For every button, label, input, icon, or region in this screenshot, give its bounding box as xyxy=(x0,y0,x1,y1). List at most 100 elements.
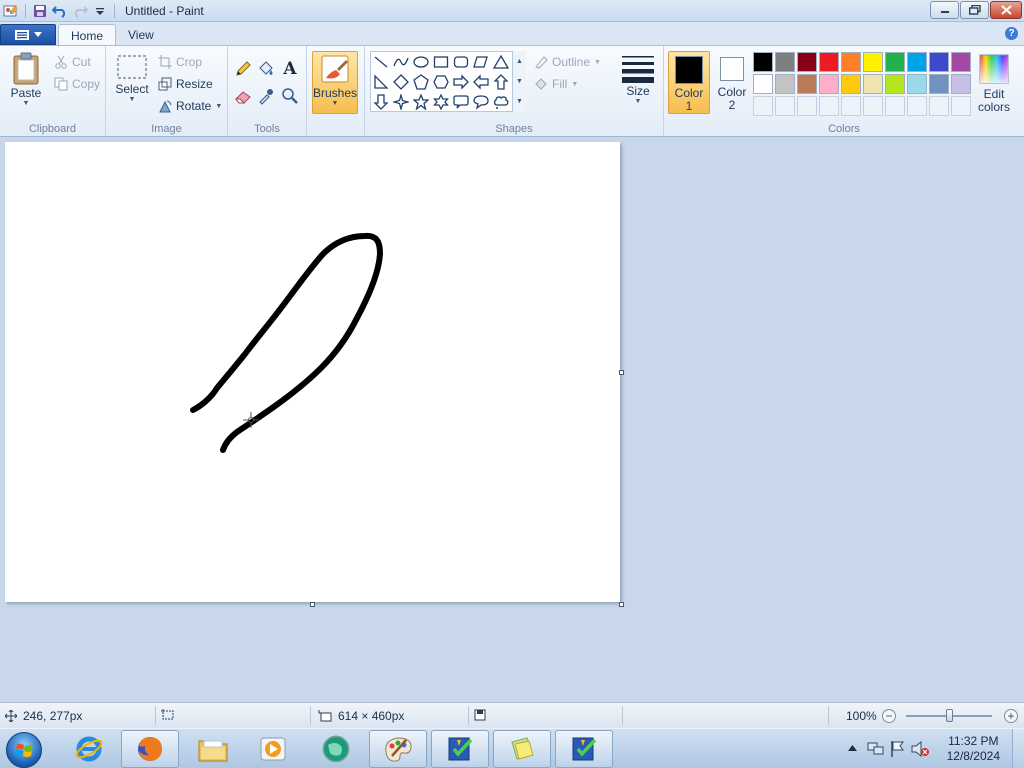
pencil-icon[interactable] xyxy=(232,59,254,79)
palette-color-swatch[interactable] xyxy=(951,74,971,94)
copy-button[interactable]: Copy xyxy=(54,75,100,93)
start-button[interactable] xyxy=(6,732,42,768)
rectangle-shape-icon[interactable] xyxy=(432,53,450,71)
curve-shape-icon[interactable] xyxy=(392,53,410,71)
palette-color-swatch[interactable] xyxy=(753,74,773,94)
edit-colors-button[interactable]: Edit colors xyxy=(973,51,1015,114)
paint-menu-button[interactable] xyxy=(0,24,56,45)
taskbar-app-green[interactable] xyxy=(307,730,365,768)
resize-handle-corner[interactable] xyxy=(619,602,624,607)
palette-custom-slot[interactable] xyxy=(863,96,883,116)
color2-button[interactable]: Color 2 xyxy=(711,51,753,114)
palette-custom-slot[interactable] xyxy=(841,96,861,116)
fill-bucket-icon[interactable] xyxy=(255,59,277,79)
palette-color-swatch[interactable] xyxy=(841,74,861,94)
palette-custom-slot[interactable] xyxy=(951,96,971,116)
show-hidden-icons-icon[interactable] xyxy=(848,744,857,752)
taskbar-internet-explorer[interactable] xyxy=(60,730,118,768)
oval-callout-shape-icon[interactable] xyxy=(472,93,490,111)
palette-custom-slot[interactable] xyxy=(929,96,949,116)
resize-handle-right[interactable] xyxy=(619,370,624,375)
tab-home[interactable]: Home xyxy=(58,24,117,46)
paint-app-icon[interactable] xyxy=(2,2,20,20)
palette-custom-slot[interactable] xyxy=(753,96,773,116)
volume-muted-icon[interactable] xyxy=(910,740,930,758)
scroll-down-icon[interactable]: ▼ xyxy=(516,78,523,85)
brushes-button[interactable]: Brushes ▼ xyxy=(312,51,358,114)
minimize-button[interactable] xyxy=(930,1,959,19)
paste-button[interactable]: Paste ▼ xyxy=(6,52,46,107)
palette-color-swatch[interactable] xyxy=(797,52,817,72)
taskbar-sticky-notes[interactable] xyxy=(493,730,551,768)
resize-handle-bottom[interactable] xyxy=(310,602,315,607)
oval-shape-icon[interactable] xyxy=(412,53,430,71)
action-center-flag-icon[interactable] xyxy=(889,740,905,758)
left-arrow-shape-icon[interactable] xyxy=(472,73,490,91)
canvas-workspace[interactable] xyxy=(0,137,1024,702)
palette-custom-slot[interactable] xyxy=(775,96,795,116)
pentagon-shape-icon[interactable] xyxy=(412,73,430,91)
palette-color-swatch[interactable] xyxy=(951,52,971,72)
color-picker-icon[interactable] xyxy=(255,86,277,106)
rounded-callout-shape-icon[interactable] xyxy=(452,93,470,111)
palette-color-swatch[interactable] xyxy=(885,52,905,72)
down-arrow-shape-icon[interactable] xyxy=(372,93,390,111)
diamond-shape-icon[interactable] xyxy=(392,73,410,91)
help-icon[interactable]: ? xyxy=(1005,27,1018,40)
line-shape-icon[interactable] xyxy=(372,53,390,71)
palette-color-swatch[interactable] xyxy=(929,52,949,72)
show-desktop-button[interactable] xyxy=(1012,729,1024,768)
select-button[interactable]: Select ▼ xyxy=(112,54,152,103)
drawing-canvas[interactable] xyxy=(5,142,624,607)
cloud-callout-shape-icon[interactable] xyxy=(492,93,510,111)
rounded-rectangle-shape-icon[interactable] xyxy=(452,53,470,71)
palette-color-swatch[interactable] xyxy=(775,74,795,94)
scroll-up-icon[interactable]: ▲ xyxy=(516,58,523,65)
taskbar-file-explorer[interactable] xyxy=(184,730,242,768)
up-arrow-shape-icon[interactable] xyxy=(492,73,510,91)
polygon-shape-icon[interactable] xyxy=(472,53,490,71)
resize-button[interactable]: Resize xyxy=(158,75,213,93)
shapes-gallery-scroller[interactable]: ▲ ▼ ▼ xyxy=(512,51,526,112)
taskbar-firefox[interactable] xyxy=(121,730,179,768)
four-point-star-shape-icon[interactable] xyxy=(392,93,410,111)
restore-button[interactable] xyxy=(960,1,989,19)
undo-icon[interactable] xyxy=(51,2,69,20)
eraser-icon[interactable] xyxy=(232,86,254,106)
taskbar-app-checklist-2[interactable] xyxy=(555,730,613,768)
palette-color-swatch[interactable] xyxy=(797,74,817,94)
outline-button[interactable]: Outline ▼ xyxy=(534,53,601,71)
hexagon-shape-icon[interactable] xyxy=(432,73,450,91)
palette-color-swatch[interactable] xyxy=(753,52,773,72)
system-clock[interactable]: 11:32 PM 12/8/2024 xyxy=(947,734,1000,764)
expand-gallery-icon[interactable]: ▼ xyxy=(516,98,523,105)
tab-view[interactable]: View xyxy=(116,24,166,46)
cut-button[interactable]: Cut xyxy=(54,53,91,71)
crop-button[interactable]: Crop xyxy=(158,53,202,71)
magnifier-icon[interactable] xyxy=(279,86,301,106)
taskbar-app-checklist-1[interactable] xyxy=(431,730,489,768)
network-icon[interactable] xyxy=(866,740,884,758)
save-icon[interactable] xyxy=(31,2,49,20)
six-point-star-shape-icon[interactable] xyxy=(432,93,450,111)
palette-custom-slot[interactable] xyxy=(907,96,927,116)
taskbar-media-player[interactable] xyxy=(244,730,302,768)
palette-color-swatch[interactable] xyxy=(907,74,927,94)
five-point-star-shape-icon[interactable] xyxy=(412,93,430,111)
zoom-out-button[interactable]: − xyxy=(882,709,896,723)
palette-color-swatch[interactable] xyxy=(929,74,949,94)
rotate-button[interactable]: Rotate ▼ xyxy=(158,97,222,115)
zoom-slider-thumb[interactable] xyxy=(946,709,953,722)
palette-custom-slot[interactable] xyxy=(797,96,817,116)
palette-color-swatch[interactable] xyxy=(819,74,839,94)
palette-custom-slot[interactable] xyxy=(819,96,839,116)
color1-button[interactable]: Color 1 xyxy=(668,51,710,114)
close-button[interactable] xyxy=(990,1,1022,19)
zoom-in-button[interactable]: + xyxy=(1004,709,1018,723)
palette-color-swatch[interactable] xyxy=(775,52,795,72)
customize-qat-icon[interactable] xyxy=(91,2,109,20)
palette-color-swatch[interactable] xyxy=(863,74,883,94)
palette-color-swatch[interactable] xyxy=(885,74,905,94)
palette-color-swatch[interactable] xyxy=(863,52,883,72)
taskbar-paint[interactable] xyxy=(369,730,427,768)
